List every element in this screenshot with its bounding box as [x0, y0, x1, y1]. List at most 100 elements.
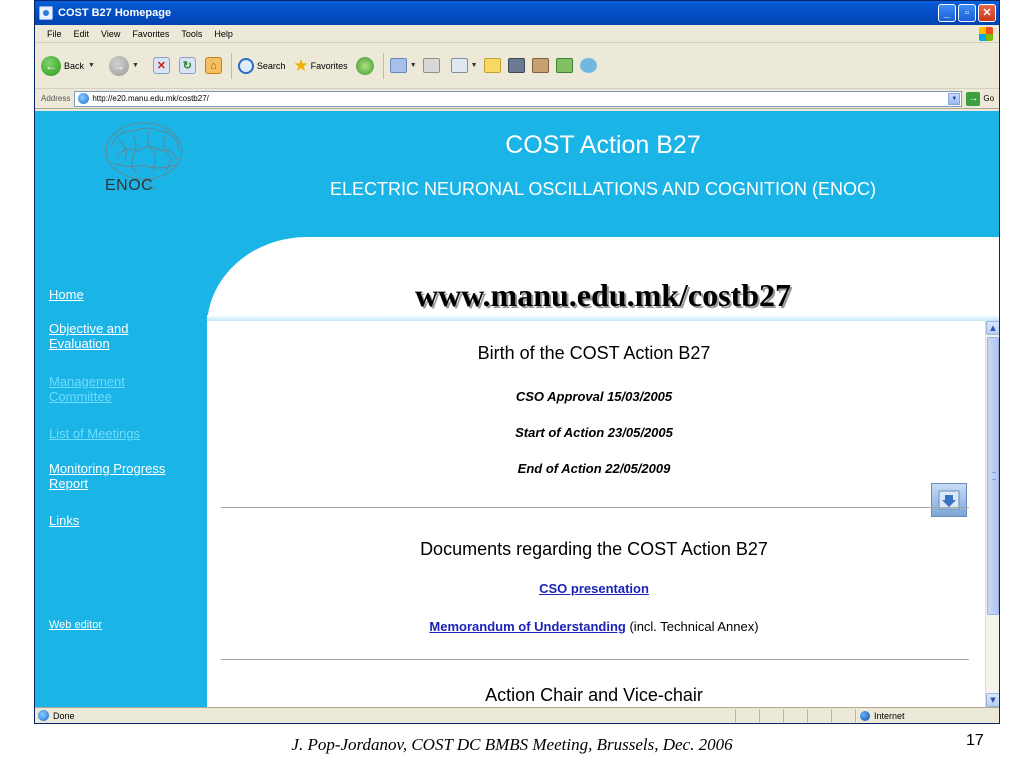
stop-icon[interactable]: ✕	[152, 57, 170, 74]
nav-list-of-meetings[interactable]: List of Meetings	[49, 426, 140, 441]
menu-bar: File Edit View Favorites Tools Help	[35, 25, 999, 43]
forward-icon: →	[108, 55, 129, 76]
close-button[interactable]: ✕	[978, 4, 996, 22]
section-divider	[221, 659, 969, 660]
windows-logo-icon	[979, 27, 993, 41]
status-panels	[735, 709, 855, 722]
menu-edit[interactable]: Edit	[74, 29, 90, 39]
refresh-icon[interactable]: ↻	[178, 57, 196, 74]
forward-button[interactable]: → ▼	[108, 55, 145, 76]
scroll-down-arrow-icon[interactable]: ▼	[986, 693, 999, 707]
mail-dropdown-icon[interactable]: ▼	[410, 62, 417, 69]
go-button[interactable]: → Go	[966, 91, 995, 106]
menu-view[interactable]: View	[101, 29, 120, 39]
status-bar: Done Internet	[35, 707, 999, 723]
vertical-scrollbar[interactable]: ▲ ▼	[985, 321, 999, 707]
brain-logo-icon	[105, 122, 183, 190]
ie-page-icon	[78, 93, 90, 104]
back-icon: ←	[41, 55, 61, 76]
title-bar: COST B27 Homepage _ ▫ ✕	[35, 1, 999, 25]
messenger-icon[interactable]	[579, 58, 597, 73]
favorites-button[interactable]: ★ Favorites	[293, 56, 347, 76]
status-cell	[831, 709, 855, 722]
home-icon[interactable]: ⌂	[204, 57, 222, 74]
memorandum-link[interactable]: Memorandum of Understanding	[429, 619, 625, 634]
nav-objective-and-evaluation[interactable]: Objective and Evaluation	[49, 321, 159, 351]
security-zone: Internet	[855, 709, 975, 722]
sidebar: ENOC Home Objective and Evaluation Manag…	[35, 111, 207, 707]
search-icon	[237, 57, 254, 74]
cso-presentation-link[interactable]: CSO presentation	[539, 581, 649, 596]
slide-caption: J. Pop-Jordanov, COST DC BMBS Meeting, B…	[291, 735, 733, 754]
back-dropdown-icon[interactable]: ▼	[88, 62, 95, 69]
status-cell	[807, 709, 831, 722]
mail-icon[interactable]	[389, 58, 407, 73]
mou-line: Memorandum of Understanding (incl. Techn…	[207, 619, 981, 634]
page-viewport: ENOC Home Objective and Evaluation Manag…	[35, 111, 999, 707]
window-title: COST B27 Homepage	[58, 7, 172, 19]
forward-dropdown-icon[interactable]: ▼	[132, 62, 139, 69]
status-cell	[759, 709, 783, 722]
page-title: COST Action B27	[505, 131, 701, 159]
address-input[interactable]: http://e20.manu.edu.mk/costb27/ ▼	[74, 90, 963, 107]
nav-links[interactable]: Links	[49, 513, 79, 528]
nav-monitoring-progress-report[interactable]: Monitoring Progress Report	[49, 461, 175, 491]
logo-text: ENOC	[105, 177, 154, 194]
research-icon[interactable]	[507, 58, 525, 73]
start-of-action: Start of Action 23/05/2005	[515, 425, 673, 440]
maximize-button[interactable]: ▫	[958, 4, 976, 22]
end-of-action: End of Action 22/05/2009	[517, 461, 671, 476]
scroll-down-button[interactable]	[931, 483, 967, 517]
scrollbar-thumb[interactable]	[987, 337, 999, 615]
menu-favorites[interactable]: Favorites	[132, 29, 169, 39]
address-label: Address	[41, 94, 71, 103]
favorites-label: Favorites	[310, 60, 348, 71]
section-divider	[221, 507, 969, 508]
ie-status-icon	[38, 710, 49, 721]
menu-file[interactable]: File	[47, 29, 62, 39]
go-arrow-icon: →	[966, 91, 981, 106]
browser-window: COST B27 Homepage _ ▫ ✕ File Edit View F…	[34, 0, 1000, 724]
status-cell	[783, 709, 807, 722]
minimize-button[interactable]: _	[938, 4, 956, 22]
search-button[interactable]: Search	[237, 57, 286, 74]
print-icon[interactable]	[422, 58, 440, 73]
ie-icon	[39, 6, 53, 20]
history-icon[interactable]	[355, 56, 374, 75]
globe-icon	[860, 710, 870, 721]
cso-approval: CSO Approval 15/03/2005	[515, 389, 673, 404]
zone-label: Internet	[874, 710, 905, 721]
toolbar-separator	[382, 52, 384, 79]
nav-management-committee[interactable]: Management Committee	[49, 374, 159, 404]
nav-home[interactable]: Home	[49, 287, 84, 302]
toolbar: ← Back ▼ → ▼ ✕ ↻ ⌂ Search ★ Favorites ▼ …	[35, 43, 999, 89]
status-cell	[735, 709, 759, 722]
scrollbar-grip	[992, 472, 996, 480]
scroll-up-arrow-icon[interactable]: ▲	[986, 321, 999, 335]
folder-icon[interactable]	[483, 58, 501, 73]
main-content: Birth of the COST Action B27 CSO Approva…	[207, 321, 999, 707]
slide-page-number: 17	[966, 732, 984, 749]
menu-tools[interactable]: Tools	[181, 29, 202, 39]
documents-title: Documents regarding the COST Action B27	[420, 539, 768, 559]
toolbar-separator	[230, 52, 232, 79]
edit-dropdown-icon[interactable]: ▼	[471, 62, 478, 69]
back-label: Back	[64, 60, 85, 71]
mou-note: (incl. Technical Annex)	[625, 619, 759, 634]
cso-presentation-line: CSO presentation	[207, 581, 981, 596]
search-label: Search	[256, 60, 286, 71]
url-heading: www.manu.edu.mk/costb27	[414, 277, 792, 313]
flower-icon[interactable]	[555, 58, 573, 73]
page-subtitle: ELECTRIC NEURONAL OSCILLATIONS AND COGNI…	[329, 179, 877, 199]
back-button[interactable]: ← Back ▼	[41, 55, 101, 76]
edit-icon[interactable]	[450, 58, 468, 73]
address-url: http://e20.manu.edu.mk/costb27/	[92, 94, 209, 103]
go-label: Go	[983, 94, 995, 103]
address-dropdown-icon[interactable]: ▼	[948, 92, 961, 105]
window-controls: _ ▫ ✕	[938, 4, 996, 22]
menu-help[interactable]: Help	[214, 29, 233, 39]
tools-icon[interactable]	[531, 58, 549, 73]
birth-title: Birth of the COST Action B27	[477, 343, 711, 363]
nav-web-editor[interactable]: Web editor	[49, 618, 102, 633]
status-text: Done	[53, 710, 75, 721]
